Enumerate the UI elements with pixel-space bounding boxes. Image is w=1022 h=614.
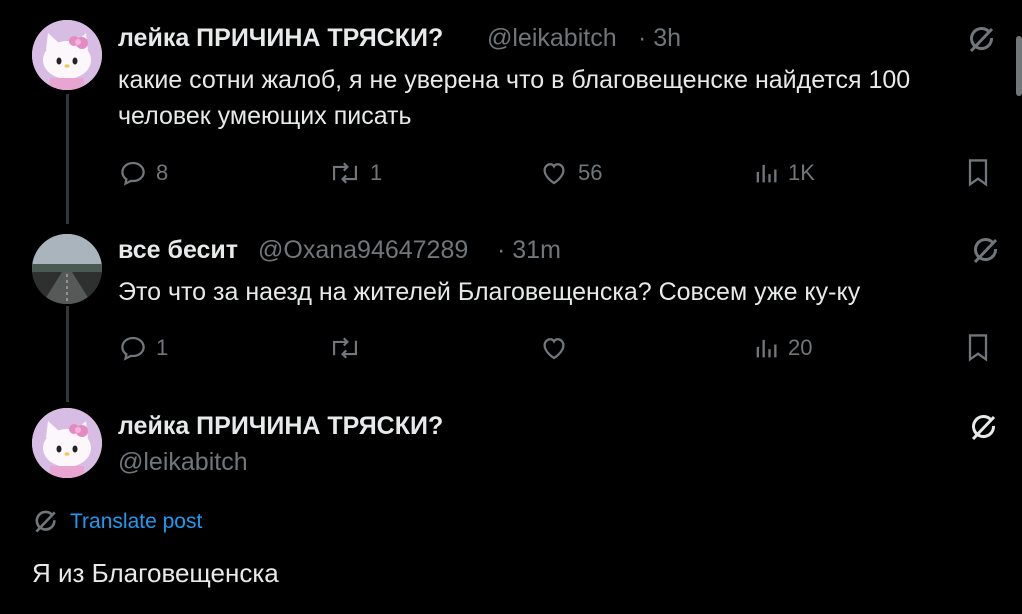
retweet-button[interactable]: 1 [328, 158, 382, 188]
analytics-icon [756, 164, 777, 183]
reply-count: 8 [156, 160, 169, 185]
bookmark-icon[interactable] [964, 157, 992, 189]
thread-line [66, 306, 69, 402]
road-landscape-avatar-image [32, 234, 102, 304]
grok-icon[interactable] [968, 412, 1000, 444]
main-tweet-text: Я из Благовещенска [32, 558, 279, 588]
thread-line [66, 94, 69, 224]
heart-icon [543, 163, 565, 185]
retweet-icon [332, 337, 358, 359]
reply-icon [121, 161, 145, 186]
bookmark-icon[interactable] [964, 332, 992, 364]
reply-button[interactable]: 8 [118, 158, 168, 188]
reply-count: 1 [156, 335, 169, 360]
avatar[interactable] [32, 20, 102, 90]
heart-icon [543, 338, 565, 360]
display-name[interactable]: все бесит [118, 236, 238, 265]
handle[interactable]: @leikabitch [118, 448, 248, 477]
grok-icon[interactable] [966, 24, 998, 56]
grok-icon[interactable] [970, 235, 1002, 267]
scrollbar[interactable] [1016, 36, 1022, 96]
avatar[interactable] [32, 234, 102, 304]
retweet-icon [332, 162, 358, 184]
timestamp[interactable]: · 3h [638, 24, 681, 53]
display-name[interactable]: лейка ПРИЧИНА ТРЯСКИ? [118, 412, 443, 441]
reply-icon [121, 336, 145, 361]
retweet-button[interactable] [328, 333, 370, 363]
avatar[interactable] [32, 408, 102, 478]
like-button[interactable]: 56 [538, 158, 602, 188]
handle[interactable]: @Oxana94647289 [258, 236, 468, 265]
like-count: 56 [578, 160, 603, 185]
grok-translate-icon [35, 510, 56, 533]
views-button[interactable]: 1K [752, 158, 815, 188]
timestamp[interactable]: · 31m [497, 236, 561, 265]
like-button[interactable] [538, 333, 578, 363]
handle[interactable]: @leikabitch [487, 24, 617, 53]
analytics-icon [756, 339, 777, 358]
tweet-text: Это что за наезд на жителей Благовещенск… [118, 278, 861, 306]
hello-kitty-avatar-image [32, 20, 102, 90]
translate-post-link[interactable]: Translate post [32, 508, 202, 536]
tweet-text: какие сотни жалоб, я не уверена что в бл… [118, 66, 911, 130]
view-count: 1K [788, 160, 815, 185]
hello-kitty-avatar-image [32, 408, 102, 478]
reply-button[interactable]: 1 [118, 333, 168, 363]
view-count: 20 [788, 335, 813, 360]
retweet-count: 1 [370, 160, 383, 185]
translate-post-label[interactable]: Translate post [70, 510, 202, 534]
display-name[interactable]: лейка ПРИЧИНА ТРЯСКИ? [118, 24, 443, 53]
views-button[interactable]: 20 [752, 333, 812, 363]
